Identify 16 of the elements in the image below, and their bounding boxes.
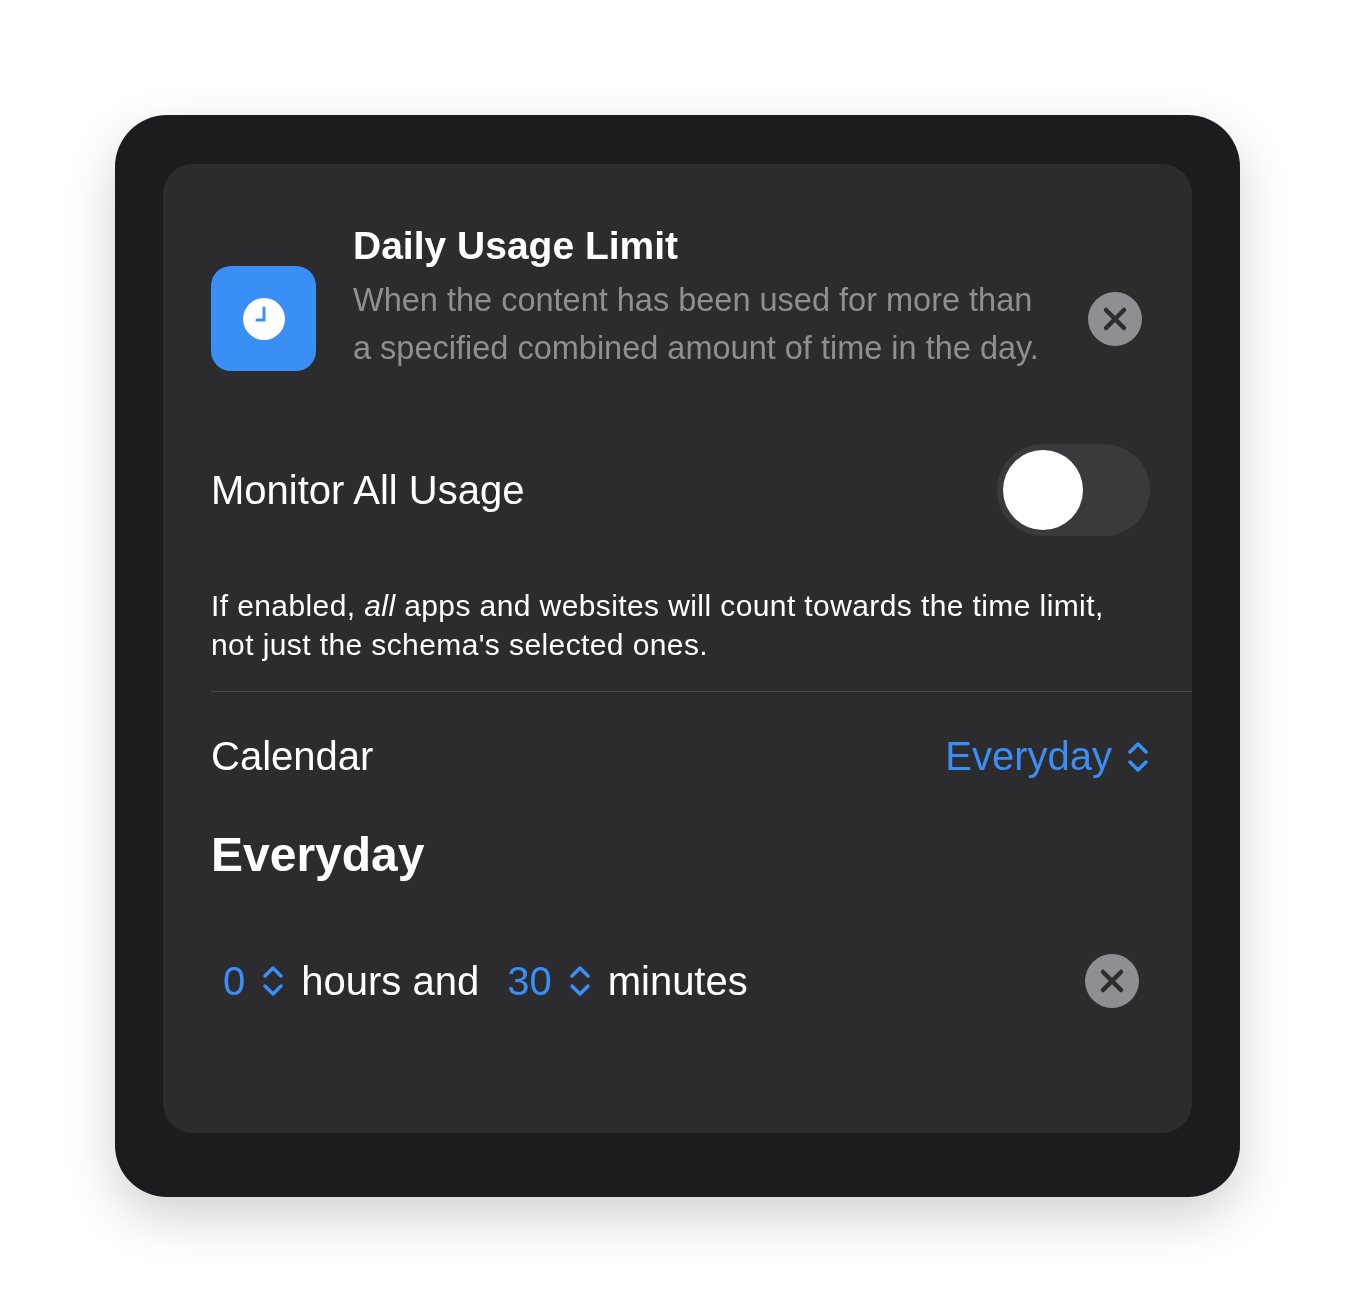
- chevron-icon: [567, 963, 592, 999]
- monitor-label: Monitor All Usage: [211, 467, 525, 513]
- help-text: If enabled, all apps and websites will count towards the time limit, not just the schema's selected ones.: [211, 588, 1105, 663]
- clock-icon: [211, 266, 316, 371]
- calendar-label: Calendar: [211, 734, 374, 779]
- limit-title: Daily Usage Limit: [353, 224, 680, 268]
- minutes-label: minutes: [607, 958, 748, 1004]
- limit-description: When the content has been used for more than a specified combined amount of time in the day.: [353, 281, 1040, 368]
- calendar-picker[interactable]: Everyday: [945, 734, 1150, 779]
- hours-picker[interactable]: 0: [223, 958, 286, 1004]
- hours-label: hours and: [301, 958, 480, 1004]
- close-icon[interactable]: [1088, 292, 1142, 346]
- close-icon[interactable]: [1085, 954, 1139, 1008]
- chevron-icon: [261, 963, 286, 999]
- minutes-picker[interactable]: 30: [507, 958, 592, 1004]
- schedule-title: Everyday: [211, 827, 426, 882]
